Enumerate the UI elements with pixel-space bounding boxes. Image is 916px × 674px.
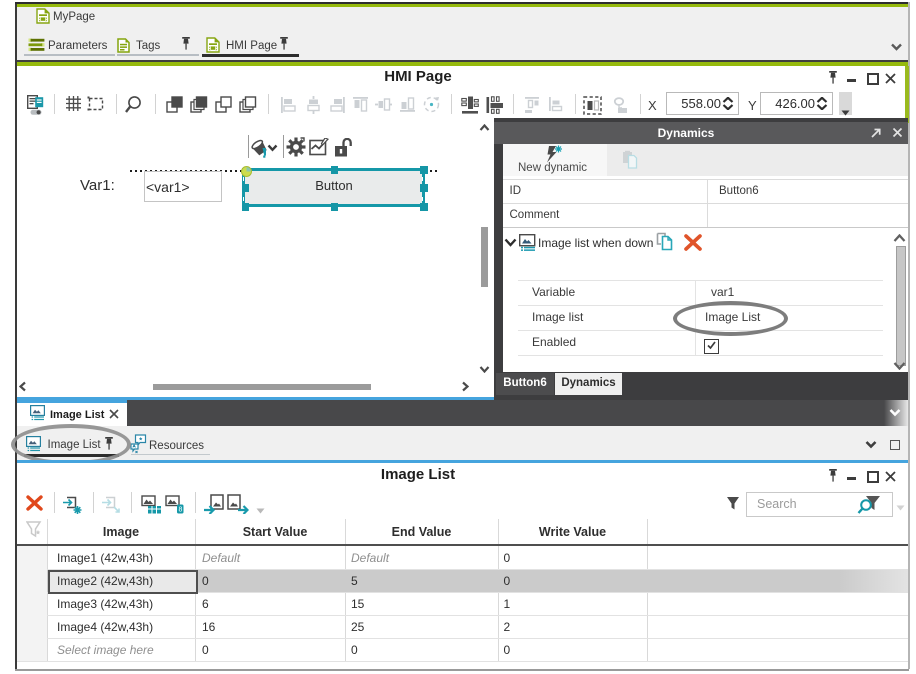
svg-text:8: 8 <box>178 507 182 514</box>
